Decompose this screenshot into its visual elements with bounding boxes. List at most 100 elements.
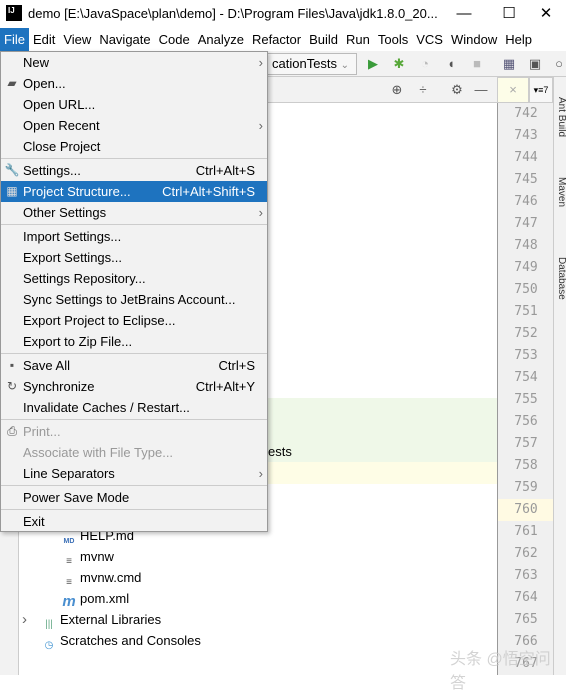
menu-item-label: New [23,55,50,70]
run-config-label: cationTests [272,56,338,71]
file-menu: New › ▰ Open... Open URL... Open Recent › Close… [0,51,268,532]
menu-analyze[interactable]: Analyze [194,28,248,51]
project-structure-icon[interactable]: ▦ [501,56,517,72]
menu-item-save-all[interactable]: ▪ Save All Ctrl+S [1,355,267,376]
menu-item-power-save-mode[interactable]: Power Save Mode [1,487,267,508]
chevron-down-icon: ⌄ [340,60,350,71]
menu-item-label: Invalidate Caches / Restart... [23,400,190,415]
menu-item-shortcut: Ctrl+Alt+S [195,163,255,178]
tree-item[interactable]: ≡ mvnw [62,546,114,567]
menu-build[interactable]: Build [305,28,342,51]
menu-item-close-project[interactable]: Close Project [1,136,267,157]
profile-icon[interactable]: ◖ [443,56,459,72]
line-number: 757 [514,436,538,451]
menu-item-label: Line Separators [23,466,115,481]
sync-icon: ↻ [6,379,18,393]
app-logo: IJ [6,5,22,21]
menu-item-export-project-to-eclipse[interactable]: Export Project to Eclipse... [1,310,267,331]
menu-item-open-recent[interactable]: Open Recent › [1,115,267,136]
editor-tab-close[interactable]: × [497,77,529,103]
collapse-icon[interactable]: ÷ [415,82,431,98]
menu-item-settings-repository[interactable]: Settings Repository... [1,268,267,289]
menu-run[interactable]: Run [342,28,374,51]
menu-item-associate-with-file-type[interactable]: Associate with File Type... [1,442,267,463]
window-title: demo [E:\JavaSpace\plan\demo] - D:\Progr… [28,6,438,21]
menu-view[interactable]: View [59,28,95,51]
menu-item-label: Export Project to Eclipse... [23,313,176,328]
tree-row-selected [268,462,497,484]
search-icon[interactable]: ○ [551,56,566,72]
menu-item-label: Import Settings... [23,229,122,244]
tree-item[interactable]: › ||| External Libraries [22,609,162,630]
menu-item-new[interactable]: New › [1,52,267,73]
wrench-icon: 🔧 [4,163,20,177]
line-number: 754 [514,370,538,385]
menu-separator [1,224,267,225]
menu-item-print[interactable]: ⎙ Print... [1,421,267,442]
menu-tools[interactable]: Tools [374,28,412,51]
minimize-button[interactable]: — [444,3,484,25]
project-structure-icon: ▦ [6,184,18,198]
menu-item-export-to-zip-file[interactable]: Export to Zip File... [1,331,267,352]
tree-item[interactable]: ≡ mvnw.cmd [62,567,141,588]
stop-icon[interactable]: ■ [469,56,485,72]
menu-edit[interactable]: Edit [29,28,59,51]
line-number: 760 [498,499,554,521]
menu-item-exit[interactable]: Exit [1,511,267,532]
run-icon[interactable]: ▶ [365,56,381,72]
menu-vcs[interactable]: VCS [412,28,447,51]
menu-code[interactable]: Code [155,28,194,51]
menu-separator [1,158,267,159]
hide-icon[interactable]: — [473,82,489,98]
structure-tab[interactable]: ▾≡7 [529,77,553,103]
line-number: 761 [514,524,538,539]
debug-icon[interactable]: ✱ [391,56,407,72]
terminal-icon[interactable]: ▣ [527,56,543,72]
menu-item-project-structure[interactable]: ▦ Project Structure... Ctrl+Alt+Shift+S [1,181,267,202]
menu-item-other-settings[interactable]: Other Settings › [1,202,267,223]
tree-item-label: External Libraries [60,612,162,627]
right-tab-ant-build[interactable]: Ant Build [554,97,566,167]
menu-item-open[interactable]: ▰ Open... [1,73,267,94]
menu-separator [1,485,267,486]
menu-item-shortcut: Ctrl+Alt+Shift+S [162,184,255,199]
coverage-icon[interactable]: ◔ [417,56,433,72]
line-number: 747 [514,216,538,231]
tree-item[interactable]: ◷ Scratches and Consoles [42,630,201,651]
menu-item-label: Other Settings [23,205,107,220]
line-number: 746 [514,194,538,209]
menu-item-synchronize[interactable]: ↻ Synchronize Ctrl+Alt+Y [1,376,267,397]
tree-item-label: Scratches and Consoles [60,633,201,648]
menu-item-import-settings[interactable]: Import Settings... [1,226,267,247]
gear-icon[interactable]: ⚙ [449,82,465,98]
toolbar: cationTests ⌄ ▶ ✱ ◔ ◖ ■ ▦ ▣ ○ [267,51,566,77]
menu-item-line-separators[interactable]: Line Separators › [1,463,267,484]
project-tool-header: ⊕ ÷ ⚙ — [267,77,497,103]
line-number: 743 [514,128,538,143]
menu-item-settings[interactable]: 🔧 Settings... Ctrl+Alt+S [1,160,267,181]
right-tab-maven[interactable]: Maven [554,177,566,247]
title-bar: IJ demo [E:\JavaSpace\plan\demo] - D:\Pr… [0,0,566,28]
menu-navigate[interactable]: Navigate [95,28,154,51]
menu-item-invalidate-caches-restart[interactable]: Invalidate Caches / Restart... [1,397,267,418]
line-number: 753 [514,348,538,363]
menu-window[interactable]: Window [447,28,501,51]
line-number-gutter: 742 743 744 745 746 747 748 749 750 751 752 753 754 7… [497,103,554,675]
close-button[interactable]: ✕ [526,3,566,25]
tree-item[interactable]: m pom.xml [62,588,129,610]
menu-item-export-settings[interactable]: Export Settings... [1,247,267,268]
menu-item-label: Print... [23,424,61,439]
menu-file[interactable]: File [0,28,29,51]
right-tool-strip: Ant Build Maven Database [553,77,566,675]
run-configuration-select[interactable]: cationTests ⌄ [267,53,357,75]
maximize-button[interactable]: ☐ [489,3,529,25]
locate-icon[interactable]: ⊕ [389,82,405,98]
menu-item-open-url[interactable]: Open URL... [1,94,267,115]
line-number: 748 [514,238,538,253]
menu-refactor[interactable]: Refactor [248,28,305,51]
menu-help[interactable]: Help [501,28,536,51]
markdown-file-icon: MD [63,538,75,545]
menu-item-sync-settings-to-jetbrains-account[interactable]: Sync Settings to JetBrains Account... [1,289,267,310]
right-tab-database[interactable]: Database [554,257,566,327]
expand-arrow-icon[interactable]: › [22,609,27,630]
